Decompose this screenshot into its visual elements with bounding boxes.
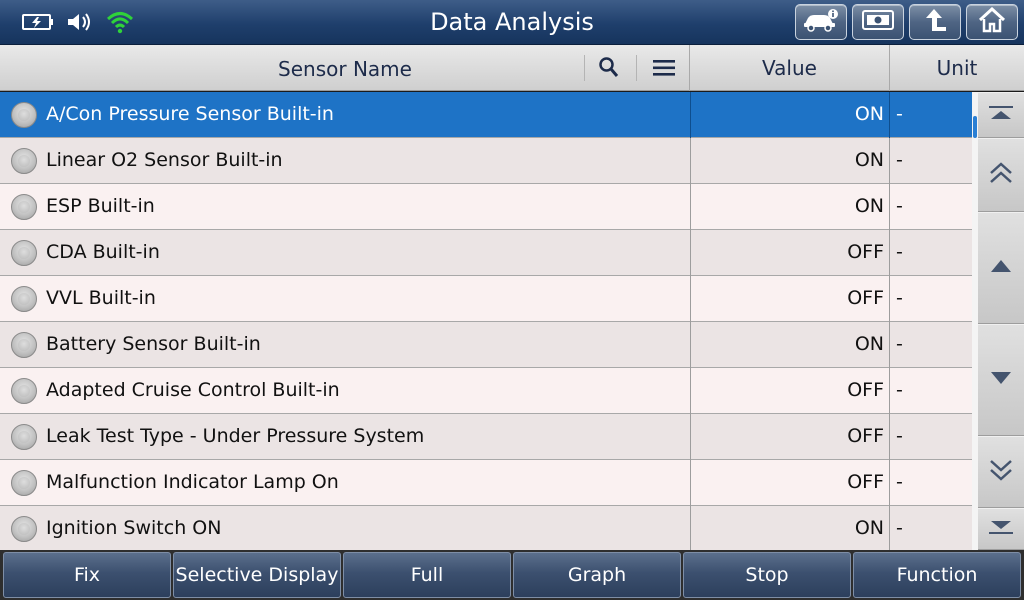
row-sensor-name: A/Con Pressure Sensor Built-in [46,103,334,125]
scrollbar-thumb[interactable] [973,116,977,138]
table-row[interactable]: A/Con Pressure Sensor Built-in ON - [0,92,972,138]
stop-button[interactable]: Stop [683,552,851,598]
row-unit: - [889,322,972,368]
sensor-name-header-label: Sensor Name [278,57,412,81]
screenshot-button[interactable] [852,4,904,40]
row-sensor-name: Adapted Cruise Control Built-in [46,379,340,401]
vehicle-info-button[interactable] [795,4,847,40]
table-row[interactable]: Leak Test Type - Under Pressure System O… [0,414,972,460]
vehicle-info-icon [802,8,840,36]
back-arrow-icon [920,7,950,37]
row-unit: - [889,184,972,230]
fix-button[interactable]: Fix [3,552,171,598]
row-value: ON [690,322,884,368]
function-button[interactable]: Function [853,552,1021,598]
scroll-top-button[interactable] [978,92,1024,138]
row-sensor-name: VVL Built-in [46,287,156,309]
row-sensor-name: Linear O2 Sensor Built-in [46,149,283,171]
table-row[interactable]: VVL Built-in OFF - [0,276,972,322]
sensor-name-header[interactable]: Sensor Name [0,45,690,91]
line-up-icon [989,258,1013,278]
row-radio-icon[interactable] [11,424,37,450]
table-row[interactable]: ESP Built-in ON - [0,184,972,230]
table-header: Sensor Name Value Unit [0,45,1024,91]
row-value: OFF [690,460,884,506]
row-radio-icon[interactable] [11,516,37,542]
row-unit: - [889,368,972,414]
row-radio-icon[interactable] [11,194,37,220]
wifi-icon [106,10,134,34]
row-value: OFF [690,368,884,414]
title-bar: Data Analysis [0,0,1024,45]
row-unit: - [889,230,972,276]
row-unit: - [889,460,972,506]
row-sensor-name: Malfunction Indicator Lamp On [46,471,339,493]
line-down-button[interactable] [978,324,1024,436]
line-down-icon [989,370,1013,390]
row-sensor-name: Leak Test Type - Under Pressure System [46,425,425,447]
row-radio-icon[interactable] [11,378,37,404]
table-row[interactable]: CDA Built-in OFF - [0,230,972,276]
battery-charging-icon [22,14,54,30]
scroll-buttons [978,92,1024,550]
unit-header: Unit [936,56,978,80]
search-icon[interactable] [598,56,620,85]
header-divider [636,55,637,81]
row-value: OFF [690,230,884,276]
row-sensor-name: Battery Sensor Built-in [46,333,261,355]
bottom-toolbar: Fix Selective Display Full Graph Stop Fu… [0,550,1024,600]
row-sensor-name: Ignition Switch ON [46,517,222,539]
row-value: ON [690,184,884,230]
home-icon [977,6,1007,37]
speaker-icon [66,11,94,33]
row-value: OFF [690,276,884,322]
row-unit: - [889,506,972,550]
row-radio-icon[interactable] [11,286,37,312]
table-row[interactable]: Ignition Switch ON ON - [0,506,972,550]
row-value: ON [690,138,884,184]
table-row[interactable]: Adapted Cruise Control Built-in OFF - [0,368,972,414]
header-divider [584,55,585,81]
row-sensor-name: CDA Built-in [46,241,160,263]
status-icons [22,8,134,36]
row-unit: - [889,92,972,138]
scroll-bottom-button[interactable] [978,508,1024,550]
table-row[interactable]: Linear O2 Sensor Built-in ON - [0,138,972,184]
screenshot-icon [861,8,895,36]
home-button[interactable] [966,4,1018,40]
selective-display-button[interactable]: Selective Display [173,552,341,598]
page-up-icon [988,161,1014,189]
sensor-list: A/Con Pressure Sensor Built-in ON - Line… [0,92,972,550]
row-value: OFF [690,414,884,460]
line-up-button[interactable] [978,212,1024,324]
page-down-icon [988,458,1014,486]
table-row[interactable]: Battery Sensor Built-in ON - [0,322,972,368]
row-radio-icon[interactable] [11,102,37,128]
back-button[interactable] [909,4,961,40]
value-header: Value [690,45,890,91]
page-down-button[interactable] [978,436,1024,508]
page-up-button[interactable] [978,138,1024,212]
scroll-top-icon [988,104,1014,126]
graph-button[interactable]: Graph [513,552,681,598]
row-radio-icon[interactable] [11,470,37,496]
table-row[interactable]: Malfunction Indicator Lamp On OFF - [0,460,972,506]
row-value: ON [690,506,884,550]
row-value: ON [690,92,884,138]
row-radio-icon[interactable] [11,148,37,174]
scroll-bottom-icon [988,518,1014,540]
menu-icon[interactable] [652,58,676,83]
row-unit: - [889,276,972,322]
row-radio-icon[interactable] [11,332,37,358]
row-unit: - [889,414,972,460]
row-radio-icon[interactable] [11,240,37,266]
row-sensor-name: ESP Built-in [46,195,155,217]
row-unit: - [889,138,972,184]
full-button[interactable]: Full [343,552,511,598]
page-title: Data Analysis [430,8,594,36]
